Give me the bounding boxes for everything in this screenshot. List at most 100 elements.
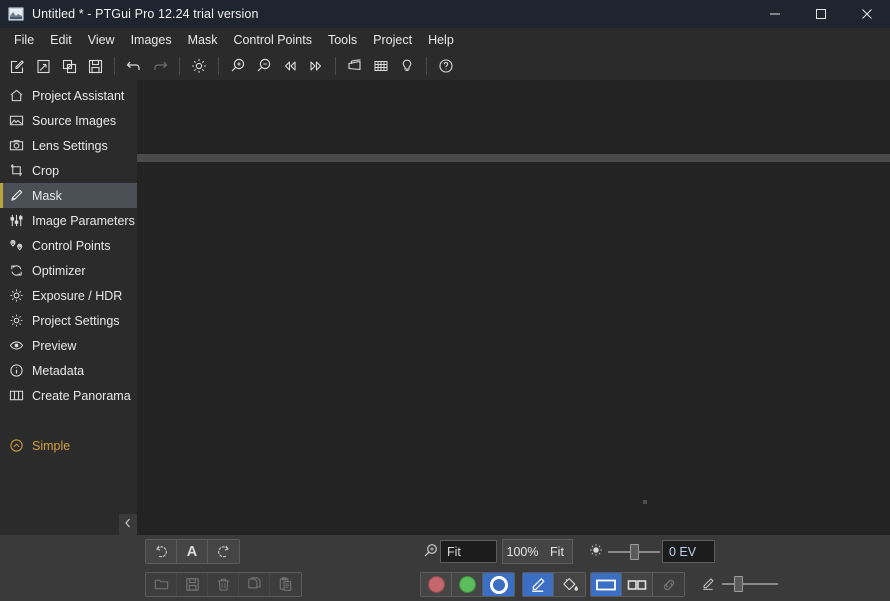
sidebar-spacer [0, 408, 137, 433]
save-mask-icon [177, 573, 208, 596]
sidebar-item-label: Crop [32, 164, 59, 178]
sidebar-item-project-assistant[interactable]: Project Assistant [0, 83, 137, 108]
zoom-input[interactable]: Fit [440, 540, 497, 563]
control-points-icon [8, 238, 25, 253]
toolbar-separator [335, 57, 336, 75]
sidebar-item-preview[interactable]: Preview [0, 333, 137, 358]
menu-tools[interactable]: Tools [320, 31, 365, 50]
mask-green-button[interactable] [452, 573, 483, 596]
home-icon [8, 88, 25, 103]
undo-icon[interactable] [121, 54, 147, 78]
previous-image-icon[interactable] [277, 54, 303, 78]
exposure-input[interactable]: 0 EV [662, 540, 715, 563]
settings-gear-icon[interactable] [186, 54, 212, 78]
brush-size-slider-handle[interactable] [734, 576, 743, 592]
menu-mask[interactable]: Mask [180, 31, 226, 50]
menu-file[interactable]: File [6, 31, 42, 50]
menu-images[interactable]: Images [123, 31, 180, 50]
copy-mask-icon [239, 573, 270, 596]
zoom-100-button[interactable]: 100% [502, 539, 543, 564]
toolbar-separator [114, 57, 115, 75]
save-as-project-icon[interactable] [56, 54, 82, 78]
menu-project[interactable]: Project [365, 31, 420, 50]
exposure-slider-handle[interactable] [630, 544, 639, 560]
brush-size-slider[interactable] [722, 574, 778, 594]
eye-icon [8, 338, 25, 353]
save-project-icon[interactable] [82, 54, 108, 78]
info-icon [8, 363, 25, 378]
paste-mask-icon [270, 573, 301, 596]
red-swatch-icon [428, 576, 445, 593]
sidebar-item-mask[interactable]: Mask [0, 183, 137, 208]
chevron-left-icon [123, 517, 133, 532]
new-project-icon[interactable] [4, 54, 30, 78]
zoom-fit-button[interactable]: Fit [542, 539, 573, 564]
sidebar-item-label: Metadata [32, 364, 84, 378]
sidebar-item-crop[interactable]: Crop [0, 158, 137, 183]
grid-icon[interactable] [368, 54, 394, 78]
sidebar: Project Assistant Source Images [0, 80, 137, 535]
close-button[interactable] [844, 0, 890, 28]
sidebar-item-label: Optimizer [32, 264, 85, 278]
view-mode-group [590, 572, 685, 597]
next-image-icon[interactable] [303, 54, 329, 78]
thumbnail-strip[interactable] [137, 80, 890, 154]
green-swatch-icon [459, 576, 476, 593]
horizontal-splitter[interactable] [137, 154, 890, 162]
pen-tool-button[interactable] [523, 573, 554, 596]
single-view-button[interactable] [591, 573, 622, 596]
sidebar-item-metadata[interactable]: Metadata [0, 358, 137, 383]
bottom-row-bottom [0, 568, 890, 601]
erase-ring-icon [490, 576, 508, 594]
sidebar-collapse-button[interactable] [119, 514, 137, 535]
sidebar-item-label: Create Panorama [32, 389, 131, 403]
chevron-up-circle-icon [8, 438, 25, 453]
minimize-button[interactable] [752, 0, 798, 28]
open-project-icon[interactable] [30, 54, 56, 78]
sidebar-item-label: Exposure / HDR [32, 289, 122, 303]
sidebar-item-exposure-hdr[interactable]: Exposure / HDR [0, 283, 137, 308]
menu-control-points[interactable]: Control Points [225, 31, 320, 50]
undo-mask-icon[interactable] [146, 540, 177, 563]
sidebar-item-image-parameters[interactable]: Image Parameters [0, 208, 137, 233]
sidebar-item-label: Image Parameters [32, 214, 135, 228]
lightbulb-icon[interactable] [394, 54, 420, 78]
mask-red-button[interactable] [421, 573, 452, 596]
content-area [137, 80, 890, 535]
mask-color-group [420, 572, 515, 597]
sidebar-item-optimizer[interactable]: Optimizer [0, 258, 137, 283]
auto-mask-icon[interactable]: A [177, 540, 208, 563]
ptgui-window: Untitled * - PTGui Pro 12.24 trial versi… [0, 0, 890, 601]
redo-mask-icon[interactable] [208, 540, 239, 563]
mask-canvas[interactable] [137, 162, 890, 535]
fill-tool-button[interactable] [554, 573, 585, 596]
sidebar-item-control-points[interactable]: Control Points [0, 233, 137, 258]
maximize-button[interactable] [798, 0, 844, 28]
bottom-row-top: A Fit 100% Fit [0, 535, 890, 568]
exposure-slider[interactable] [608, 542, 660, 562]
help-icon[interactable] [433, 54, 459, 78]
menu-edit[interactable]: Edit [42, 31, 80, 50]
sidebar-item-lens-settings[interactable]: Lens Settings [0, 133, 137, 158]
zoom-in-icon[interactable] [225, 54, 251, 78]
sidebar-item-label: Preview [32, 339, 76, 353]
sidebar-item-project-settings[interactable]: Project Settings [0, 308, 137, 333]
menu-bar: File Edit View Images Mask Control Point… [0, 28, 890, 52]
window-title: Untitled * - PTGui Pro 12.24 trial versi… [32, 7, 259, 21]
toolbar-separator [218, 57, 219, 75]
zoom-out-icon[interactable] [251, 54, 277, 78]
canvas-cursor-marker [643, 500, 647, 504]
mask-erase-button[interactable] [483, 573, 514, 596]
sidebar-item-source-images[interactable]: Source Images [0, 108, 137, 133]
brightness-sun-icon [588, 542, 604, 561]
menu-help[interactable]: Help [420, 31, 462, 50]
sidebar-mode-label: Simple [32, 439, 70, 453]
toolbar-separator [426, 57, 427, 75]
perspective-icon[interactable] [342, 54, 368, 78]
split-view-button[interactable] [622, 573, 653, 596]
window-controls [752, 0, 890, 28]
sidebar-item-create-panorama[interactable]: Create Panorama [0, 383, 137, 408]
sidebar-mode-toggle[interactable]: Simple [0, 433, 137, 458]
menu-view[interactable]: View [80, 31, 123, 50]
optimizer-icon [8, 263, 25, 278]
